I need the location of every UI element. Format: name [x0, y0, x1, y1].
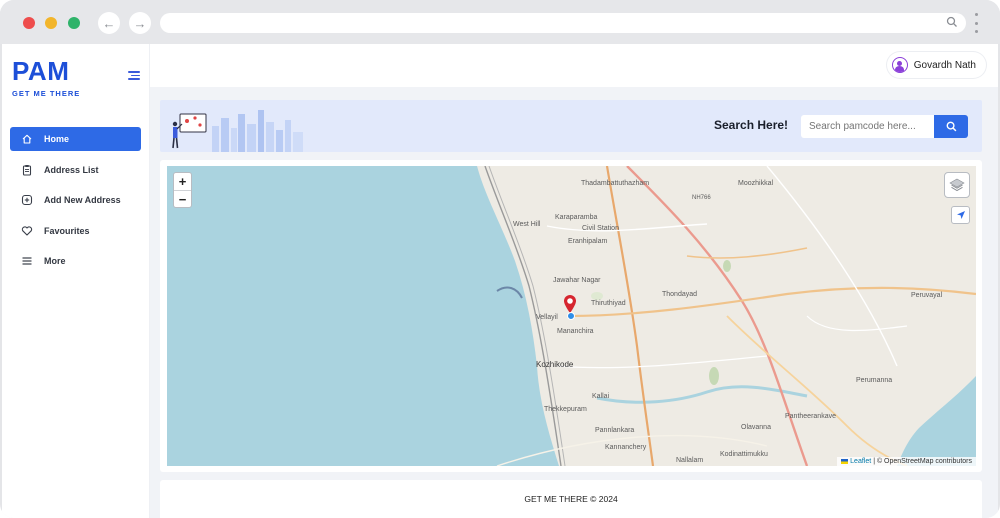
browser-toolbar: ← →	[0, 0, 1000, 44]
city-illustration-icon	[172, 110, 303, 152]
sidebar-item-label: Address List	[44, 164, 99, 175]
sidebar-item-label: Favourites	[44, 225, 90, 236]
main-content: Govardh Nath Search Here! Search pamcode…	[150, 44, 998, 518]
navigation-arrow-icon	[956, 211, 965, 219]
brand-name: PAM	[12, 56, 70, 86]
address-bar[interactable]	[160, 13, 966, 33]
close-window-button[interactable]	[23, 17, 35, 29]
sidebar-item-add-new-address[interactable]: Add New Address	[10, 188, 141, 212]
map-label: Karaparamba	[555, 214, 598, 221]
browser-window: ← → PAM GET ME THERE Home Address List A…	[0, 0, 1000, 518]
sidebar-item-label: Add New Address	[44, 195, 121, 205]
map-card: Thadambattuthazham Moozhikkal NH766 West…	[160, 160, 982, 472]
map-label: Pannlankara	[595, 427, 635, 434]
map-label: Peruvayal	[911, 292, 943, 299]
forward-arrow-icon[interactable]: →	[129, 12, 151, 34]
map-label: Olavanna	[741, 424, 771, 431]
footer-text: GET ME THERE © 2024	[524, 494, 618, 504]
map-label: Eranhipalam	[568, 238, 608, 245]
map-label: Mananchira	[557, 328, 594, 335]
sidebar-item-address-list[interactable]: Address List	[10, 158, 141, 182]
map-attribution: Leaflet | © OpenStreetMap contributors	[837, 457, 976, 466]
map-label: West Hill	[513, 221, 541, 228]
locate-me-button[interactable]	[951, 206, 970, 224]
user-profile-button[interactable]: Govardh Nath	[886, 52, 986, 78]
map-label: Thekkepuram	[544, 406, 587, 413]
search-banner: Search Here!	[160, 100, 982, 152]
page-footer: GET ME THERE © 2024	[160, 480, 982, 518]
map-label: Thondayad	[662, 291, 698, 298]
maximize-window-button[interactable]	[68, 17, 80, 29]
map-view[interactable]: Thadambattuthazham Moozhikkal NH766 West…	[167, 166, 976, 466]
map-label: Nallalam	[676, 457, 704, 464]
sidebar: PAM GET ME THERE Home Address List Add N…	[2, 44, 150, 518]
map-label: Thiruthiyad	[591, 300, 626, 307]
home-icon	[21, 133, 33, 145]
map-label: Kozhikode	[536, 360, 574, 369]
search-title: Search Here!	[714, 118, 789, 132]
heart-icon	[21, 225, 33, 237]
leaflet-link[interactable]: Leaflet	[850, 458, 871, 465]
map-label: Pantheerankave	[785, 413, 836, 420]
map-label: Moozhikkal	[738, 180, 774, 187]
clipboard-icon	[21, 164, 33, 176]
location-pin-icon[interactable]	[563, 294, 577, 314]
top-bar: Govardh Nath	[150, 44, 998, 87]
app-container: PAM GET ME THERE Home Address List Add N…	[2, 44, 998, 518]
browser-menu-icon[interactable]	[974, 13, 978, 33]
search-input[interactable]	[801, 115, 934, 138]
sidebar-item-label: More	[44, 256, 66, 266]
menu-icon	[21, 255, 33, 267]
back-arrow-icon[interactable]: ←	[98, 12, 120, 34]
map-label: Kannanchery	[605, 444, 647, 451]
search-icon	[946, 16, 957, 27]
sidebar-item-favourites[interactable]: Favourites	[10, 219, 141, 243]
sidebar-item-more[interactable]: More	[10, 249, 141, 273]
map-label: Perumanna	[856, 377, 893, 384]
sidebar-item-home[interactable]: Home	[10, 127, 141, 151]
sidebar-toggle-icon[interactable]	[128, 71, 140, 80]
sidebar-menu: Home Address List Add New Address Favour…	[10, 127, 141, 280]
layers-button[interactable]	[944, 172, 970, 198]
user-avatar-icon	[891, 57, 908, 73]
brand-logo[interactable]: PAM GET ME THERE	[12, 58, 80, 98]
brand-tagline: GET ME THERE	[12, 89, 81, 98]
current-location-marker	[567, 312, 575, 320]
minimize-window-button[interactable]	[45, 17, 57, 29]
map-label: Civil Station	[582, 225, 619, 232]
zoom-control: + −	[173, 172, 192, 208]
zoom-out-button[interactable]: −	[174, 190, 191, 207]
search-icon	[946, 121, 956, 132]
map-label: Thadambattuthazham	[581, 180, 650, 187]
add-circle-icon	[21, 194, 33, 206]
map-label: Kodinattimukku	[720, 451, 768, 458]
map-label: NH766	[692, 195, 711, 201]
map-label: Kallai	[592, 393, 610, 400]
ukraine-flag-icon	[841, 459, 849, 464]
search-button[interactable]	[934, 115, 968, 138]
attribution-text: | © OpenStreetMap contributors	[873, 458, 972, 465]
map-label: Vellayil	[536, 314, 558, 321]
map-label: Jawahar Nagar	[553, 277, 601, 284]
layers-icon	[949, 178, 965, 192]
user-name: Govardh Nath	[913, 59, 976, 71]
sidebar-item-label: Home	[44, 134, 70, 144]
zoom-in-button[interactable]: +	[174, 173, 191, 190]
